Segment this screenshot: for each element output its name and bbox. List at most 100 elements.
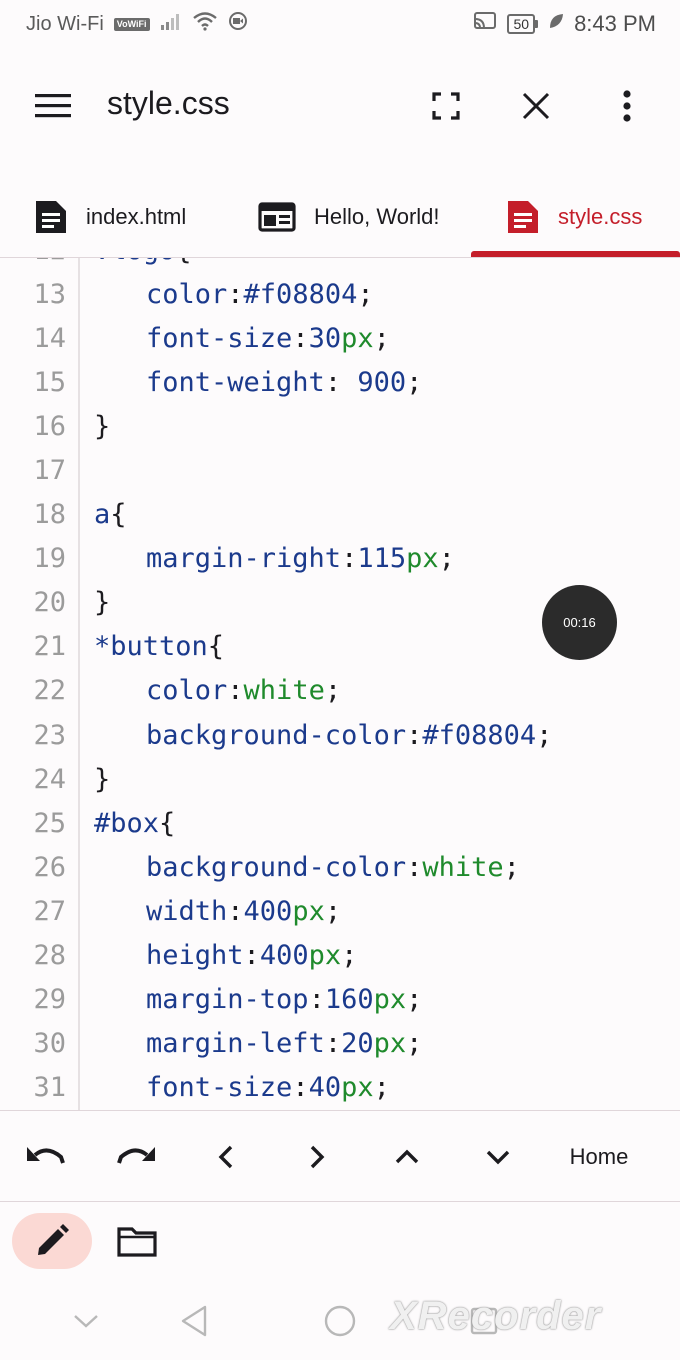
close-icon (522, 92, 550, 120)
code-text: } (66, 587, 110, 618)
close-button[interactable] (508, 82, 564, 130)
code-token: 20 (341, 1028, 374, 1060)
nav-home-button[interactable] (312, 1296, 368, 1346)
code-line[interactable]: 19 margin-right:115px; (0, 537, 680, 581)
code-line[interactable]: 24} (0, 757, 680, 801)
nav-collapse-button[interactable] (58, 1296, 114, 1346)
active-tab-indicator (471, 251, 680, 257)
code-token: px (341, 1072, 374, 1104)
fullscreen-button[interactable] (418, 82, 474, 130)
code-text: width:400px; (66, 896, 341, 927)
code-line[interactable]: 26 background-color:white; (0, 845, 680, 889)
code-token: ; (406, 1028, 423, 1060)
code-text: font-size:40px; (66, 1072, 390, 1103)
code-token: ; (373, 322, 390, 354)
tab-label: index.html (86, 204, 187, 229)
carrier-label: Jio Wi-Fi (26, 12, 104, 35)
code-line[interactable]: 18 a{ (0, 493, 680, 537)
tab-style-css[interactable]: style.css (506, 176, 642, 258)
line-number: 19 (33, 543, 66, 575)
code-token: : (324, 366, 358, 398)
undo-button[interactable] (16, 1131, 76, 1183)
code-token: { (207, 631, 225, 663)
line-number: 16 (33, 410, 66, 442)
cursor-right-button[interactable] (287, 1131, 347, 1183)
code-token: ; (406, 984, 423, 1016)
xrecorder-watermark: XRecorder (390, 1294, 602, 1338)
file-tabs: index.html Hello, World! style.css (0, 176, 680, 258)
mode-bar (0, 1203, 680, 1281)
recording-timer[interactable]: 00:16 (542, 585, 617, 660)
cursor-down-button[interactable] (468, 1131, 528, 1183)
browser-preview-icon (258, 202, 296, 232)
signal-icon (160, 12, 182, 36)
edit-mode-button[interactable] (12, 1213, 92, 1269)
code-editor[interactable]: 12.logo{13color:#f08804;14font-size:30px… (0, 258, 680, 1110)
code-token: ; (324, 675, 342, 707)
code-token: margin-left (146, 1028, 325, 1060)
code-text: color:white; (66, 675, 341, 706)
undo-icon (27, 1147, 65, 1164)
line-number: 27 (33, 895, 66, 927)
code-line[interactable]: 27 width:400px; (0, 889, 680, 933)
cursor-up-button[interactable] (377, 1131, 437, 1183)
redo-icon (117, 1147, 155, 1164)
code-line[interactable]: 22 color:white; (0, 669, 680, 713)
code-line[interactable]: 30 margin-left:20px; (0, 1022, 680, 1066)
code-line[interactable]: 31 font-size:40px; (0, 1066, 680, 1110)
code-token: px (341, 322, 374, 354)
code-token: : (308, 984, 325, 1016)
line-number: 30 (33, 1028, 66, 1060)
code-line[interactable]: 14 font-size:30px; (0, 316, 680, 360)
line-number: 17 (33, 455, 66, 487)
line-number: 14 (33, 322, 66, 354)
code-token: px (308, 940, 342, 972)
home-key-button[interactable]: Home (556, 1131, 642, 1183)
tab-preview[interactable]: Hello, World! (258, 176, 440, 258)
tab-index-html[interactable]: index.html (34, 176, 186, 258)
files-mode-button[interactable] (106, 1213, 168, 1269)
code-line[interactable]: 28 height:400px; (0, 934, 680, 978)
status-bar: Jio Wi-Fi VoWiFi 50 8:43 PM (0, 0, 680, 48)
code-token: ; (406, 366, 423, 398)
code-token: ; (373, 1072, 390, 1104)
status-time: 8:43 PM (574, 11, 656, 36)
cursor-left-button[interactable] (196, 1131, 256, 1183)
nav-back-button[interactable] (166, 1296, 222, 1346)
code-token: ; (438, 543, 455, 575)
code-token: 900 (357, 366, 407, 398)
code-line[interactable]: 17 (0, 448, 680, 492)
code-token: ; (536, 719, 553, 751)
line-number: 12 (0, 258, 66, 266)
code-text: margin-right:115px; (66, 543, 455, 574)
code-token: margin-right (146, 543, 342, 575)
menu-button[interactable] (26, 86, 80, 126)
line-number: 28 (33, 940, 66, 972)
code-token: 400 (243, 895, 293, 927)
code-token: color (146, 675, 228, 707)
code-text: margin-left:20px; (66, 1028, 422, 1059)
code-line[interactable]: 25 #box{ (0, 801, 680, 845)
code-token: : (243, 940, 260, 972)
code-line[interactable]: 29 margin-top:160px; (0, 978, 680, 1022)
code-token: : (406, 719, 423, 751)
redo-button[interactable] (106, 1131, 166, 1183)
code-token: height (146, 940, 244, 972)
code-line[interactable]: 23 background-color:#f08804; (0, 713, 680, 757)
code-line[interactable]: 16} (0, 404, 680, 448)
code-line[interactable]: 15 font-weight: 900; (0, 360, 680, 404)
code-token: #box (94, 807, 160, 839)
code-token: { (175, 258, 191, 266)
code-token: 400 (259, 940, 309, 972)
code-line[interactable]: 12.logo{ (0, 258, 680, 272)
nav-back-icon (181, 1305, 207, 1337)
document-icon (508, 201, 538, 233)
code-token: ; (503, 851, 520, 883)
code-token: ; (341, 940, 358, 972)
leaf-icon (548, 12, 564, 36)
code-line[interactable]: 13 color:#f08804; (0, 272, 680, 316)
code-token: #f08804 (422, 719, 537, 751)
code-token: font-size (146, 1072, 293, 1104)
code-lines: 12.logo{13color:#f08804;14font-size:30px… (0, 258, 680, 1110)
more-options-button[interactable] (600, 82, 654, 130)
